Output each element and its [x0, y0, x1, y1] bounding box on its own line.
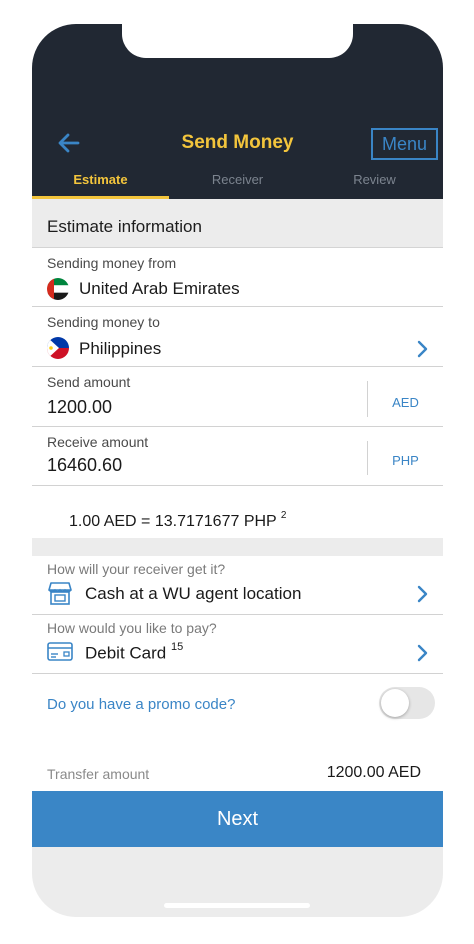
tab-label: Receiver — [211, 172, 264, 187]
payment-question: How would you like to pay? — [47, 620, 217, 636]
send-amount-input[interactable]: 1200.00 — [47, 397, 112, 418]
chevron-right-icon — [417, 644, 428, 662]
uae-flag-icon — [47, 278, 69, 300]
send-currency: AED — [392, 395, 419, 410]
exchange-rate-text: 1.00 AED = 13.7171677 PHP 2 — [69, 510, 287, 531]
promo-toggle[interactable] — [379, 687, 435, 719]
promo-and-total: Do you have a promo code? Transfer amoun… — [32, 674, 443, 791]
payment-method-row[interactable]: How would you like to pay? Debit Card 15 — [32, 615, 443, 674]
send-amount-label: Send amount — [47, 374, 131, 390]
estimate-form: Estimate information Sending money from … — [32, 199, 443, 917]
section-title: Estimate information — [47, 217, 202, 236]
tab-receiver[interactable]: Receiver — [169, 169, 306, 199]
sending-from-value: United Arab Emirates — [79, 279, 240, 298]
philippines-flag-icon — [47, 337, 69, 359]
store-icon — [48, 582, 72, 605]
sending-to-label: Sending money to — [47, 314, 160, 330]
payment-value: Debit Card 15 — [85, 641, 184, 664]
phone-frame: Send Money Menu Estimate Receiver Review… — [32, 24, 443, 917]
transfer-amount-label: Transfer amount — [47, 766, 150, 782]
device-notch — [122, 24, 353, 58]
card-icon — [47, 642, 73, 661]
receive-amount-row[interactable]: Receive amount 16460.60 PHP — [32, 427, 443, 486]
step-tabs: Estimate Receiver Review — [32, 169, 443, 199]
next-button[interactable]: Next — [32, 791, 443, 847]
receive-amount-label: Receive amount — [47, 434, 149, 450]
tab-estimate[interactable]: Estimate — [32, 169, 169, 199]
sending-to-value: Philippines — [79, 339, 162, 358]
receive-currency: PHP — [392, 453, 419, 468]
sending-to-row[interactable]: Sending money to Philippines — [32, 307, 443, 367]
payment-value-text: Debit Card — [85, 643, 167, 663]
delivery-question: How will your receiver get it? — [47, 561, 226, 577]
toggle-knob — [381, 689, 409, 717]
section-header: Estimate information — [32, 199, 443, 248]
chevron-right-icon — [417, 340, 428, 358]
receive-amount-input[interactable]: 16460.60 — [47, 455, 122, 476]
promo-code-link[interactable]: Do you have a promo code? — [47, 696, 235, 713]
exchange-rate-row: 1.00 AED = 13.7171677 PHP 2 — [32, 486, 443, 538]
home-indicator — [164, 903, 310, 908]
payment-footnote: 15 — [171, 641, 184, 653]
sending-from-label: Sending money from — [47, 255, 177, 271]
transfer-amount-value: 1200.00 AED — [326, 764, 421, 781]
menu-button[interactable]: Menu — [371, 128, 438, 160]
app-header: Send Money Menu Estimate Receiver Review — [32, 24, 443, 199]
chevron-right-icon — [417, 585, 428, 603]
tab-label: Estimate — [73, 172, 128, 187]
rate-value: 1.00 AED = 13.7171677 PHP — [69, 513, 277, 530]
rate-footnote: 2 — [280, 510, 287, 521]
send-amount-row[interactable]: Send amount 1200.00 AED — [32, 367, 443, 427]
delivery-value: Cash at a WU agent location — [85, 584, 302, 603]
tab-label: Review — [353, 172, 396, 187]
sending-from-row[interactable]: Sending money from United Arab Emirates — [32, 248, 443, 307]
tab-review[interactable]: Review — [306, 169, 443, 199]
section-gap — [32, 538, 443, 556]
delivery-method-row[interactable]: How will your receiver get it? Cash at a… — [32, 556, 443, 615]
